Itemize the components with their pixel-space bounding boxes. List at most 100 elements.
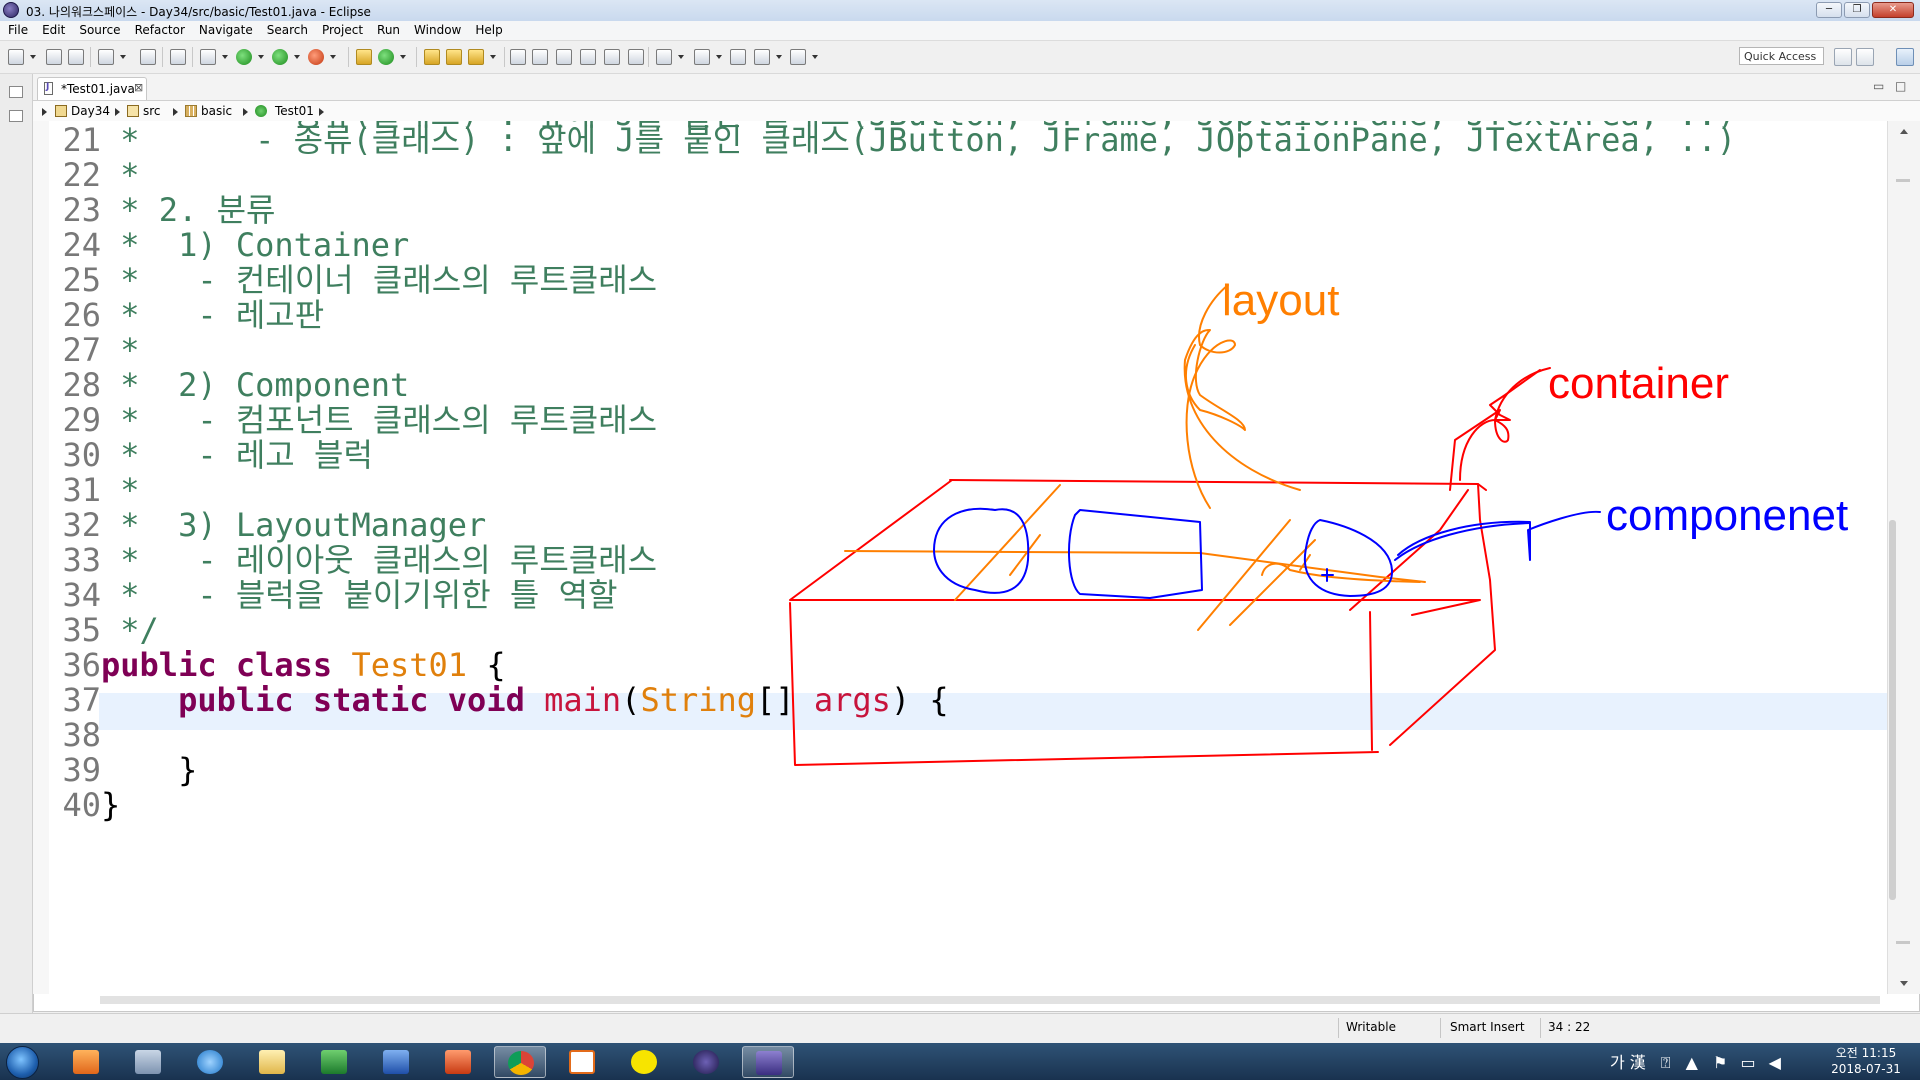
menu-search[interactable]: Search	[259, 21, 314, 40]
breadcrumb-arrow[interactable]	[319, 108, 324, 116]
new-dropdown-icon[interactable]	[30, 55, 36, 59]
search-icon[interactable]	[468, 49, 484, 65]
terminal-icon[interactable]	[140, 49, 156, 65]
code-line: 40}	[62, 786, 121, 824]
breadcrumb-arrow[interactable]	[243, 108, 248, 116]
forward-dropdown-icon[interactable]	[812, 55, 818, 59]
back-dropdown-icon[interactable]	[776, 55, 782, 59]
show-whitespace-icon[interactable]	[556, 49, 572, 65]
open-task-icon[interactable]	[446, 49, 462, 65]
java-ee-perspective-icon[interactable]	[1856, 48, 1874, 66]
publish-dropdown-icon[interactable]	[120, 55, 126, 59]
previous-annotation-dropdown-icon[interactable]	[716, 55, 722, 59]
publish-icon[interactable]	[98, 49, 114, 65]
breadcrumb-test01[interactable]: Test01	[275, 104, 314, 118]
quick-access-input[interactable]: Quick Access	[1739, 47, 1824, 65]
breadcrumb-basic[interactable]: basic	[201, 104, 232, 118]
menu-refactor[interactable]: Refactor	[127, 21, 191, 40]
save-all-icon[interactable]	[68, 49, 84, 65]
restore-view-icon[interactable]	[9, 86, 23, 98]
run-dropdown-icon[interactable]	[258, 55, 264, 59]
vertical-scrollbar-thumb[interactable]	[1889, 520, 1896, 900]
scroll-down-icon[interactable]	[1900, 981, 1908, 986]
taskbar-chrome[interactable]	[494, 1046, 546, 1078]
toggle-block-selection-icon[interactable]	[532, 49, 548, 65]
previous-annotation-icon[interactable]	[694, 49, 710, 65]
tab-label: *Test01.java	[61, 82, 135, 96]
next-annotation-dropdown-icon[interactable]	[678, 55, 684, 59]
coverage-icon[interactable]	[272, 49, 288, 65]
taskbar-explorer[interactable]	[246, 1046, 298, 1078]
menu-navigate[interactable]: Navigate	[191, 21, 259, 40]
external-tools-dropdown-icon[interactable]	[330, 55, 336, 59]
horizontal-scrollbar[interactable]	[100, 996, 1880, 1004]
forward-icon[interactable]	[790, 49, 806, 65]
skip-breakpoints-icon[interactable]	[170, 49, 186, 65]
editor-minimize-icon[interactable]: ▭	[1873, 79, 1884, 93]
debug-dropdown-icon[interactable]	[222, 55, 228, 59]
breadcrumb: Day34 src basic Test01	[33, 101, 1920, 122]
menu-help[interactable]: Help	[467, 21, 508, 40]
debug-icon[interactable]	[200, 49, 216, 65]
taskbar-media-player[interactable]	[60, 1046, 112, 1078]
start-button[interactable]	[6, 1046, 39, 1079]
breadcrumb-src[interactable]: src	[143, 104, 161, 118]
taskbar-clock[interactable]: 오전 11:15 2018-07-31	[1826, 1045, 1906, 1077]
scroll-up-icon[interactable]	[1900, 129, 1908, 134]
breadcrumb-project[interactable]: Day34	[71, 104, 110, 118]
menu-window[interactable]: Window	[406, 21, 467, 40]
close-button[interactable]: ✕	[1872, 2, 1914, 18]
source-folder-icon	[127, 105, 139, 117]
network-tray-icon[interactable]: ▭	[1740, 1053, 1755, 1072]
back-icon[interactable]	[754, 49, 770, 65]
java-perspective-icon[interactable]	[1896, 48, 1914, 66]
new-package-icon[interactable]	[356, 49, 372, 65]
taskbar-powerpoint[interactable]	[432, 1046, 484, 1078]
restore-button[interactable]: ❐	[1844, 2, 1870, 18]
window-controls: ─ ❐ ✕	[1816, 2, 1914, 18]
taskbar-internet-explorer[interactable]	[184, 1046, 236, 1078]
editor-maximize-icon[interactable]: □	[1895, 79, 1906, 93]
run-icon[interactable]	[236, 49, 252, 65]
next-annotation-icon[interactable]	[656, 49, 672, 65]
save-icon[interactable]	[46, 49, 62, 65]
package-explorer-icon[interactable]	[9, 110, 23, 122]
pilcrow-icon[interactable]	[628, 49, 644, 65]
taskbar-kakaotalk[interactable]	[618, 1046, 670, 1078]
taskbar-network[interactable]	[122, 1046, 174, 1078]
menu-source[interactable]: Source	[71, 21, 126, 40]
last-edit-location-icon[interactable]	[730, 49, 746, 65]
coverage-dropdown-icon[interactable]	[294, 55, 300, 59]
search-dropdown-icon[interactable]	[490, 55, 496, 59]
tab-close-icon[interactable]: ⊠	[134, 81, 143, 94]
volume-icon[interactable]: ◀	[1769, 1053, 1781, 1072]
breadcrumb-arrow[interactable]	[173, 108, 178, 116]
tab-test01-java[interactable]: *Test01.java ⊠	[37, 77, 147, 100]
open-type-icon[interactable]	[424, 49, 440, 65]
menu-edit[interactable]: Edit	[34, 21, 71, 40]
minimize-button[interactable]: ─	[1816, 2, 1842, 18]
taskbar-hangouts[interactable]	[556, 1046, 608, 1078]
breadcrumb-arrow[interactable]	[115, 108, 120, 116]
ime-indicator[interactable]: 가 漢	[1610, 1053, 1646, 1072]
toggle-mark-occurrences-icon[interactable]	[510, 49, 526, 65]
external-tools-icon[interactable]	[308, 49, 324, 65]
taskbar-eclipse-java-ee[interactable]	[742, 1046, 794, 1078]
taskbar-word[interactable]	[370, 1046, 422, 1078]
tray-expand-icon[interactable]: ▲	[1686, 1053, 1698, 1072]
new-class-icon[interactable]	[378, 49, 394, 65]
open-perspective-icon[interactable]	[1834, 48, 1852, 66]
taskbar-eclipse[interactable]	[680, 1046, 732, 1078]
show-selected-element-icon[interactable]	[604, 49, 620, 65]
new-icon[interactable]	[8, 49, 24, 65]
menu-file[interactable]: File	[0, 21, 34, 40]
new-class-dropdown-icon[interactable]	[400, 55, 406, 59]
code-editor[interactable]: * - 종류(클래스) : 앞에 J를 붙인 클래스(JButton, JFra…	[33, 121, 1887, 994]
breadcrumb-arrow[interactable]	[42, 108, 47, 116]
menu-run[interactable]: Run	[369, 21, 406, 40]
taskbar-excel[interactable]	[308, 1046, 360, 1078]
menu-project[interactable]: Project	[314, 21, 369, 40]
toggle-breadcrumb-icon[interactable]	[580, 49, 596, 65]
help-icon[interactable]: ⍰	[1661, 1053, 1671, 1072]
action-center-icon[interactable]: ⚑	[1713, 1053, 1727, 1072]
